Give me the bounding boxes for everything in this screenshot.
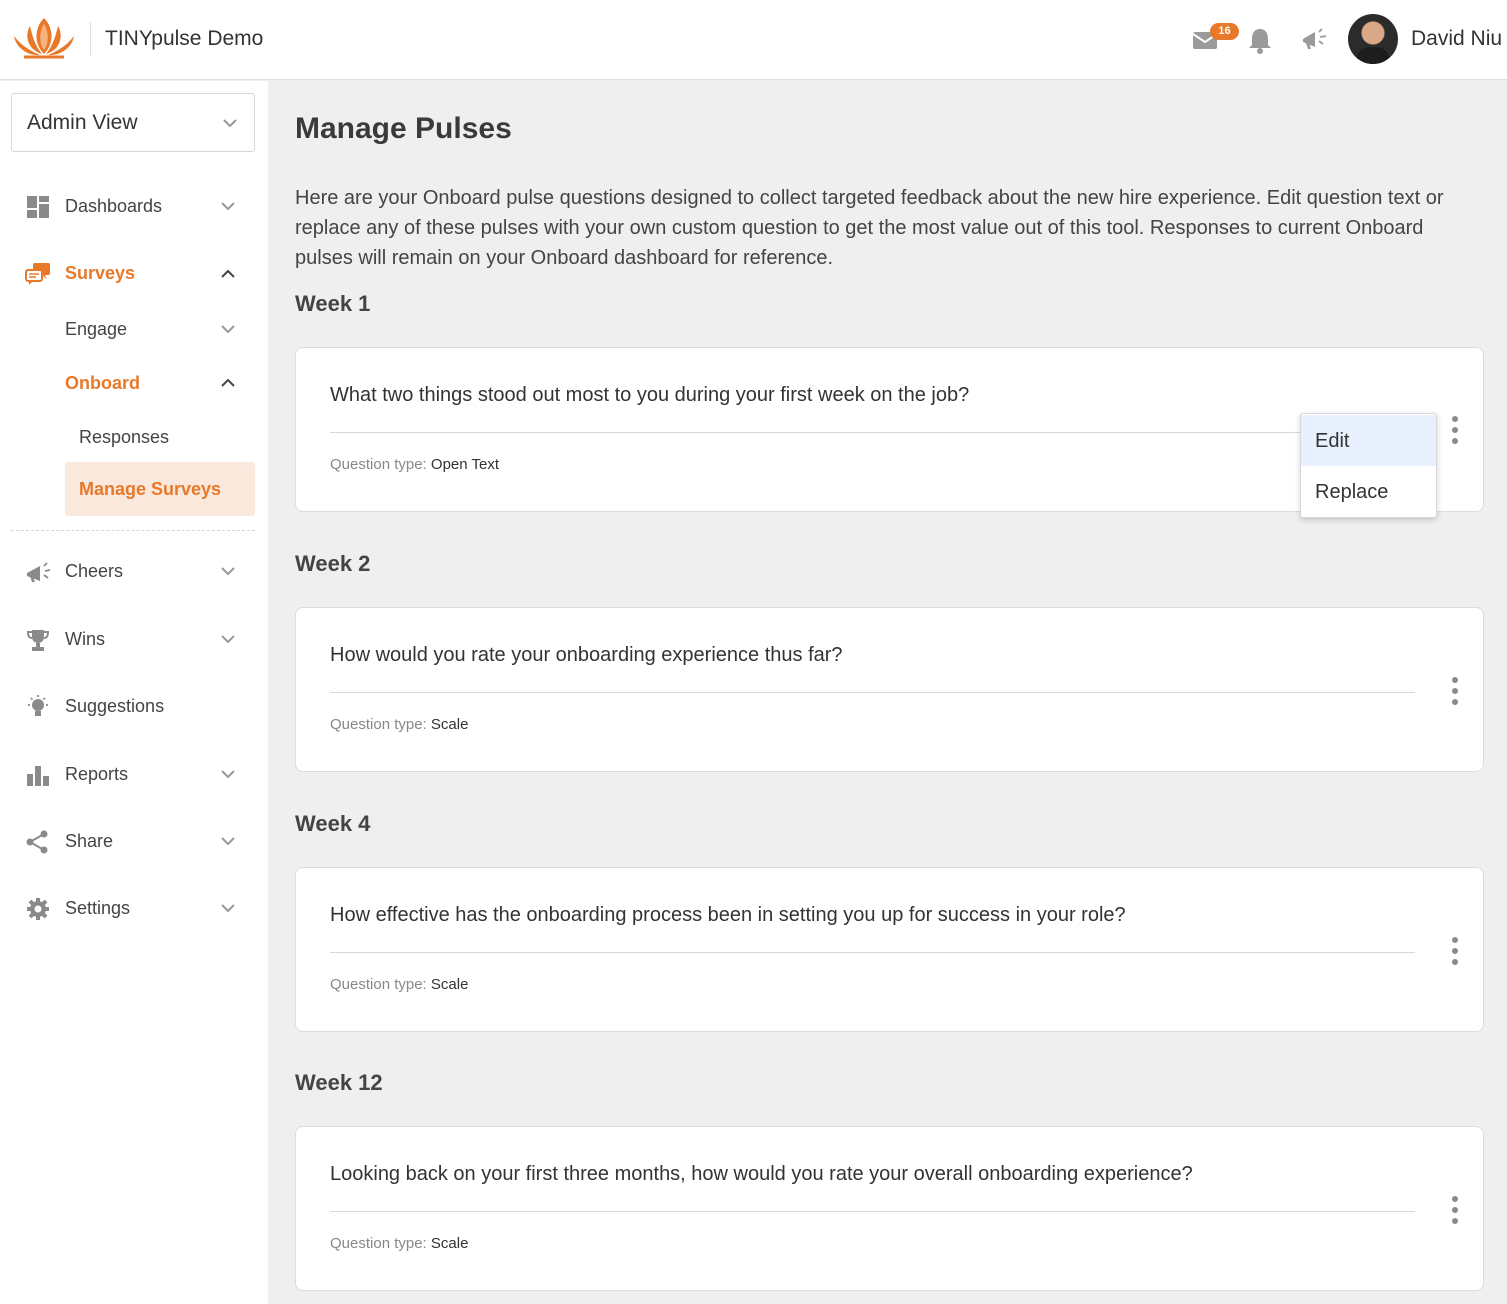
inbox-count-badge: 16 [1210,23,1239,40]
page-title: Manage Pulses [295,112,512,145]
pulse-question: How would you rate your onboarding exper… [330,644,843,666]
sidebar-item-reports[interactable]: Reports [0,754,268,794]
chevron-down-icon [221,837,235,846]
chevron-down-icon [223,119,237,128]
bar-chart-icon [27,766,49,786]
chevron-down-icon [221,202,235,211]
chevron-down-icon [221,325,235,334]
question-type: Question type: Scale [330,976,468,993]
brand-divider [90,22,91,56]
view-selector-dropdown[interactable]: Admin View [11,93,255,152]
question-type: Question type: Scale [330,1235,468,1252]
pulse-options-menu: Edit Replace [1300,413,1437,518]
question-type-label: Question type: [330,716,427,733]
chevron-up-icon [221,378,235,387]
user-name[interactable]: David Niu [1411,27,1502,51]
more-options-icon[interactable] [1449,1194,1461,1226]
card-divider [330,432,1415,433]
sidebar-subitem-onboard[interactable]: Onboard [0,363,268,403]
more-options-icon[interactable] [1449,675,1461,707]
week-heading: Week 1 [295,291,371,316]
page-description: Here are your Onboard pulse questions de… [295,187,1444,269]
sidebar-subitem-responses[interactable]: Responses [0,417,268,457]
gear-icon [27,898,49,920]
sidebar-item-label: Share [65,831,114,851]
chevron-down-icon [221,904,235,913]
pulse-question: How effective has the onboarding process… [330,904,1126,926]
pulse-card: How effective has the onboarding process… [295,867,1484,1032]
sidebar-subitem-label: Engage [65,319,128,339]
question-type-label: Question type: [330,976,427,993]
sidebar-subitem-label: Onboard [65,373,140,393]
pulse-card: How would you rate your onboarding exper… [295,607,1484,772]
chevron-down-icon [221,567,235,576]
question-type-value: Open Text [430,456,500,473]
sidebar-item-label: Settings [65,898,131,918]
sidebar: Admin View Dashboards Surveys Engage Onb… [0,81,268,1304]
sidebar-subitem-label: Responses [79,427,170,447]
card-divider [330,952,1415,953]
question-type-label: Question type: [330,1235,427,1252]
more-options-icon[interactable] [1449,414,1461,446]
question-type-value: Scale [430,1235,469,1252]
sidebar-item-wins[interactable]: Wins [0,619,268,659]
lightbulb-icon [28,695,48,716]
menu-item-replace[interactable]: Replace [1301,466,1436,517]
lotus-logo-icon[interactable] [10,14,78,60]
more-options-icon[interactable] [1449,935,1461,967]
question-type: Question type: Open Text [330,456,499,473]
question-type-label: Question type: [330,456,427,473]
menu-item-edit[interactable]: Edit [1301,415,1436,466]
sidebar-subitem-label: Manage Surveys [79,479,222,499]
card-divider [330,692,1415,693]
sidebar-item-label: Suggestions [65,696,165,716]
share-icon [26,830,48,854]
sidebar-item-label: Cheers [65,561,124,581]
sidebar-item-label: Dashboards [65,196,163,216]
sidebar-item-label: Reports [65,764,129,784]
pulse-card: Looking back on your first three months,… [295,1126,1484,1291]
question-type-value: Scale [430,976,469,993]
sidebar-subitem-engage[interactable]: Engage [0,309,268,349]
chevron-up-icon [221,269,235,278]
sidebar-item-cheers[interactable]: Cheers [0,551,268,591]
chevron-down-icon [221,770,235,779]
sidebar-item-suggestions[interactable]: Suggestions [0,686,268,726]
user-avatar[interactable] [1348,14,1398,64]
chevron-down-icon [221,635,235,644]
sidebar-divider [11,530,255,531]
week-heading: Week 2 [295,551,371,576]
pulse-question: What two things stood out most to you du… [330,384,970,406]
app-brand-name[interactable]: TINYpulse Demo [105,27,263,51]
question-type: Question type: Scale [330,716,468,733]
sidebar-item-settings[interactable]: Settings [0,888,268,928]
week-heading: Week 4 [295,811,371,836]
trophy-icon [26,630,50,651]
view-selector-value: Admin View [27,111,138,134]
pulse-question: Looking back on your first three months,… [330,1163,1193,1185]
sidebar-item-share[interactable]: Share [0,821,268,861]
dashboard-icon [27,196,49,218]
surveys-icon [25,263,50,285]
sidebar-item-label: Surveys [65,263,136,283]
card-divider [330,1211,1415,1212]
sidebar-item-dashboards[interactable]: Dashboards [0,186,268,226]
sidebar-subitem-manage-surveys[interactable]: Manage Surveys [65,462,255,516]
sidebar-item-label: Wins [65,629,105,649]
cheers-icon [27,562,51,582]
top-bar: TINYpulse Demo 16 David Niu [0,0,1507,80]
question-type-value: Scale [430,716,469,733]
week-heading: Week 12 [295,1070,383,1095]
bell-icon[interactable] [1246,26,1276,54]
megaphone-icon[interactable] [1300,26,1330,54]
sidebar-item-surveys[interactable]: Surveys [0,253,268,293]
